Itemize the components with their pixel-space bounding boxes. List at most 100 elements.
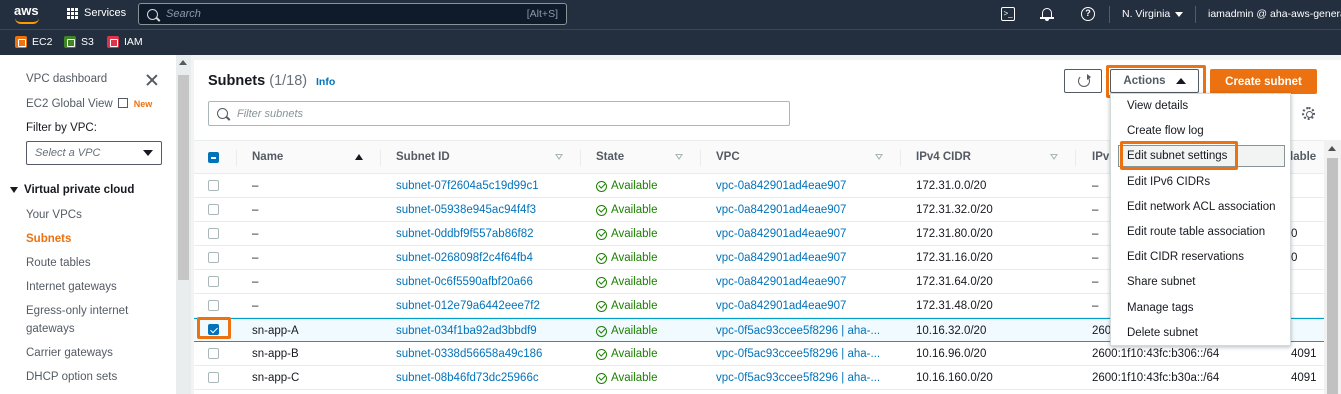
cell-name: sn-app-B [252, 348, 299, 360]
cell-vpc-link[interactable]: vpc-0a842901ad4eae907 [716, 252, 846, 264]
cell-subnet-id-link[interactable]: subnet-0ddbf9f557ab86f82 [396, 228, 533, 240]
caret-down-icon [1175, 11, 1184, 17]
account-menu[interactable]: iamadmin @ aha-aws-general [1208, 8, 1341, 20]
cell-subnet-id-link[interactable]: subnet-0c6f5590afbf20a66 [396, 276, 533, 288]
sidebar-item-egress-only-internet-gateways-line2[interactable]: gateways [26, 323, 75, 335]
check-circle-icon [596, 252, 607, 264]
top-navigation: aws Services Search [Alt+S] >_ ? N. Virg… [0, 0, 1341, 29]
cell-vpc-link[interactable]: vpc-0a842901ad4eae907 [716, 300, 846, 312]
column-header-name[interactable]: Name [252, 151, 283, 163]
cell-vpc-link[interactable]: vpc-0a842901ad4eae907 [716, 228, 846, 240]
sidebar-scrollbar[interactable] [176, 55, 191, 394]
menu-item-delete-subnet[interactable]: Delete subnet [1127, 327, 1198, 339]
cell-name: – [252, 204, 259, 216]
column-header-vpc[interactable]: VPC [716, 151, 740, 163]
menu-item-edit-route-table-association[interactable]: Edit route table association [1127, 226, 1265, 238]
row-checkbox[interactable] [208, 204, 219, 215]
sidebar-item-internet-gateways[interactable]: Internet gateways [26, 281, 117, 293]
sidebar-item-route-tables[interactable]: Route tables [26, 257, 91, 269]
row-checkbox[interactable] [208, 300, 219, 311]
refresh-button[interactable] [1064, 69, 1102, 93]
filter-subnets-input[interactable]: Filter subnets [208, 101, 790, 126]
sidebar-item-egress-only-internet-gateways[interactable]: Egress-only internet [26, 305, 128, 317]
cell-subnet-id-link[interactable]: subnet-0338d56658a49c186 [396, 348, 542, 360]
sort-icon[interactable] [875, 154, 883, 160]
column-header-ipv4-cidr[interactable]: IPv4 CIDR [916, 151, 971, 163]
cell-vpc-link[interactable]: vpc-0f5ac93ccee5f8296 | aha-... [716, 325, 880, 337]
cloudshell-icon[interactable]: >_ [1001, 7, 1015, 21]
favorite-iam[interactable]: IAM [107, 36, 143, 48]
sidebar-item-ec2-global-view[interactable]: EC2 Global View New [26, 97, 152, 110]
sort-icon[interactable] [1050, 154, 1058, 160]
row-checkbox[interactable] [208, 276, 219, 287]
row-checkbox[interactable] [208, 180, 219, 191]
help-icon[interactable]: ? [1081, 7, 1095, 21]
sidebar-item-vpc-dashboard[interactable]: VPC dashboard [26, 73, 107, 85]
menu-item-create-flow-log[interactable]: Create flow log [1127, 125, 1204, 137]
sort-ascending-icon[interactable] [355, 154, 363, 160]
info-link[interactable]: Info [316, 76, 335, 88]
menu-item-manage-tags[interactable]: Manage tags [1127, 302, 1194, 314]
menu-item-edit-subnet-settings[interactable]: Edit subnet settings [1127, 150, 1227, 162]
select-all-checkbox[interactable] [208, 152, 219, 163]
sort-icon[interactable] [555, 154, 563, 160]
scrollbar-thumb[interactable] [1327, 158, 1338, 394]
aws-logo[interactable]: aws [14, 3, 44, 25]
scroll-up-icon[interactable] [1328, 146, 1336, 151]
cell-subnet-id-link[interactable]: subnet-07f2604a5c19d99c1 [396, 180, 539, 192]
sidebar-item-your-vpcs[interactable]: Your VPCs [26, 209, 82, 221]
services-menu-button[interactable]: Services [67, 7, 126, 19]
state-label: Available [611, 276, 658, 288]
iam-icon [107, 36, 119, 48]
table-row[interactable]: sn-app-C subnet-08b46fd73dc25966c Availa… [194, 366, 1324, 390]
cell-vpc-link[interactable]: vpc-0f5ac93ccee5f8296 | aha-... [716, 348, 880, 360]
table-scrollbar[interactable] [1324, 140, 1341, 394]
cell-subnet-id-link[interactable]: subnet-08b46fd73dc25966c [396, 372, 539, 384]
cell-subnet-id-link[interactable]: subnet-034f1ba92ad3bbdf9 [396, 325, 537, 337]
column-header-available-ips[interactable]: lable [1290, 151, 1316, 163]
menu-item-view-details[interactable]: View details [1127, 100, 1188, 112]
sidebar-item-subnets[interactable]: Subnets [26, 233, 71, 245]
close-icon[interactable] [146, 74, 158, 86]
sidebar-item-carrier-gateways[interactable]: Carrier gateways [26, 347, 113, 359]
favorite-s3[interactable]: S3 [64, 36, 94, 48]
cell-vpc-link[interactable]: vpc-0a842901ad4eae907 [716, 180, 846, 192]
sort-icon[interactable] [675, 154, 683, 160]
cell-subnet-id-link[interactable]: subnet-05938e945ac94f4f3 [396, 204, 536, 216]
menu-item-share-subnet[interactable]: Share subnet [1127, 276, 1195, 288]
cell-vpc-link[interactable]: vpc-0f5ac93ccee5f8296 | aha-... [716, 372, 880, 384]
cell-vpc-link[interactable]: vpc-0a842901ad4eae907 [716, 276, 846, 288]
column-header-ipv6-cidr[interactable]: IPv [1092, 151, 1109, 163]
scroll-up-icon[interactable] [179, 60, 187, 65]
region-selector[interactable]: N. Virginia [1122, 8, 1184, 20]
notifications-bell-icon[interactable] [1040, 7, 1054, 21]
gear-icon[interactable] [1302, 107, 1315, 120]
vpc-filter-select[interactable]: Select a VPC [26, 141, 162, 165]
row-checkbox[interactable] [208, 372, 219, 383]
create-subnet-button[interactable]: Create subnet [1210, 69, 1317, 94]
caret-down-icon [143, 150, 153, 156]
column-header-state[interactable]: State [596, 151, 624, 163]
menu-item-edit-network-acl-association[interactable]: Edit network ACL association [1127, 201, 1276, 213]
sidebar-item-dhcp-option-sets[interactable]: DHCP option sets [26, 371, 117, 383]
actions-button[interactable]: Actions [1110, 69, 1199, 93]
cell-vpc-link[interactable]: vpc-0a842901ad4eae907 [716, 204, 846, 216]
menu-item-edit-ipv6-cidrs[interactable]: Edit IPv6 CIDRs [1127, 176, 1210, 188]
cell-subnet-id-link[interactable]: subnet-012e79a6442eee7f2 [396, 300, 540, 312]
row-checkbox[interactable] [208, 252, 219, 263]
row-checkbox[interactable] [208, 228, 219, 239]
state-label: Available [611, 204, 658, 216]
vpc-filter-placeholder: Select a VPC [35, 147, 101, 159]
section-virtual-private-cloud[interactable]: Virtual private cloud [10, 184, 134, 196]
row-checkbox-checked[interactable] [208, 324, 219, 335]
favorite-ec2[interactable]: EC2 [15, 36, 52, 48]
caret-down-icon [10, 187, 18, 193]
cell-subnet-id-link[interactable]: subnet-0268098f2c4f64fb4 [396, 252, 533, 264]
global-search-input[interactable]: Search [Alt+S] [138, 3, 567, 25]
scrollbar-thumb[interactable] [178, 75, 189, 280]
menu-item-edit-cidr-reservations[interactable]: Edit CIDR reservations [1127, 251, 1244, 263]
column-header-subnet-id[interactable]: Subnet ID [396, 151, 450, 163]
row-checkbox[interactable] [208, 348, 219, 359]
cell-name: – [252, 180, 259, 192]
search-shortcut: [Alt+S] [526, 8, 558, 20]
